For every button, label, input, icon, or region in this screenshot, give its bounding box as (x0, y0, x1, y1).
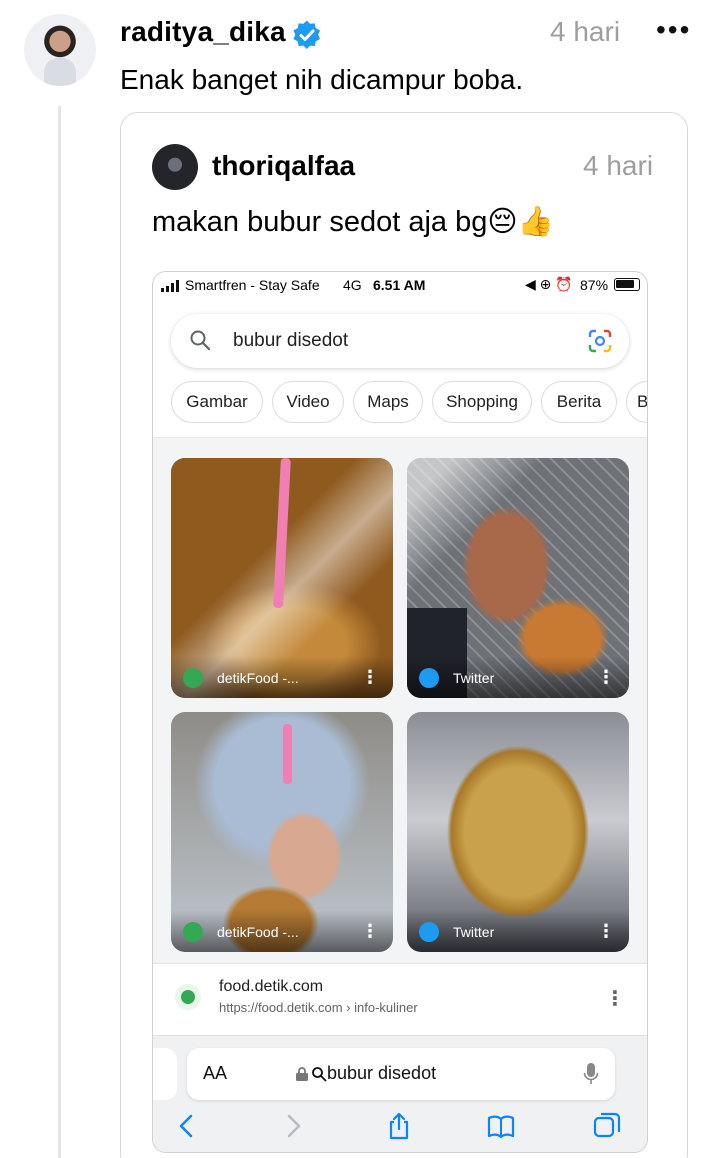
thread-line (58, 106, 61, 1158)
detikfood-icon (175, 984, 201, 1010)
chip-gambar[interactable]: Gambar (171, 381, 263, 423)
chip-maps[interactable]: Maps (353, 381, 423, 423)
image-more-icon[interactable]: ⋮ (361, 921, 379, 942)
image-result[interactable]: Twitter ⋮ (407, 712, 629, 952)
image-caption (407, 656, 629, 698)
status-icons: ◀ ⊕ ⏰ (525, 276, 573, 292)
chip-berita[interactable]: Berita (541, 381, 617, 423)
search-icon (190, 330, 211, 351)
quoted-post-time: 4 hari (583, 150, 654, 181)
attached-screenshot[interactable]: Smartfren - Stay Safe 4G 6.51 AM ◀ ⊕ ⏰ 8… (152, 271, 648, 1153)
quoted-author-avatar[interactable] (152, 144, 198, 190)
twitter-icon (419, 668, 439, 688)
image-results: detikFood -... ⋮ Twitter ⋮ detikFood -..… (153, 438, 647, 963)
result-domain[interactable]: food.detik.com (219, 978, 323, 996)
signal-icon (161, 280, 181, 292)
image-more-icon[interactable]: ⋮ (597, 921, 615, 942)
image-more-icon[interactable]: ⋮ (361, 667, 379, 688)
previous-tab-peek[interactable] (153, 1048, 177, 1100)
verified-badge-icon (293, 20, 321, 49)
chip-video[interactable]: Video (272, 381, 344, 423)
quoted-post-text: makan bubur sedot aja bg😔👍 (152, 206, 554, 238)
address-text[interactable]: bubur disedot (327, 1063, 436, 1084)
lock-icon (296, 1067, 308, 1081)
battery-percent: 87% (580, 277, 609, 293)
back-icon[interactable] (173, 1112, 201, 1140)
safari-toolbar: AA bubur disedot (153, 1035, 647, 1152)
search-result-row[interactable]: food.detik.com https://food.detik.com › … (153, 963, 647, 1035)
search-filter-chips: Gambar Video Maps Shopping Berita B (171, 381, 647, 425)
google-search-header: bubur disedot Gambar Video Maps Shopping… (153, 298, 647, 438)
search-icon (312, 1067, 327, 1082)
status-bar: Smartfren - Stay Safe 4G 6.51 AM ◀ ⊕ ⏰ 8… (153, 272, 647, 298)
author-avatar[interactable] (24, 14, 96, 86)
address-bar[interactable]: AA bubur disedot (187, 1048, 615, 1100)
battery-icon (614, 278, 640, 291)
image-source: detikFood -... (217, 670, 299, 686)
google-lens-icon[interactable] (587, 328, 613, 354)
image-result[interactable]: Twitter ⋮ (407, 458, 629, 698)
status-time: 6.51 AM (373, 277, 426, 293)
image-result[interactable]: detikFood -... ⋮ (171, 458, 393, 698)
author-username[interactable]: raditya_dika (120, 16, 286, 48)
tabs-icon[interactable] (593, 1112, 621, 1140)
share-icon[interactable] (385, 1112, 413, 1140)
quoted-author-username[interactable]: thoriqalfaa (212, 150, 355, 182)
post-time: 4 hari (550, 16, 621, 47)
twitter-icon (419, 922, 439, 942)
detikfood-icon (183, 668, 203, 688)
chip-more[interactable]: B (626, 381, 647, 423)
microphone-icon[interactable] (583, 1062, 599, 1086)
image-source: Twitter (453, 670, 495, 686)
result-more-icon[interactable]: ⋮ (605, 986, 625, 1011)
bookmarks-icon[interactable] (487, 1112, 515, 1140)
image-caption (407, 910, 629, 952)
chip-shopping[interactable]: Shopping (432, 381, 532, 423)
detikfood-icon (183, 922, 203, 942)
post-text: Enak banget nih dicampur boba. (120, 64, 524, 95)
search-box[interactable]: bubur disedot (171, 314, 629, 368)
image-more-icon[interactable]: ⋮ (597, 667, 615, 688)
image-result[interactable]: detikFood -... ⋮ (171, 712, 393, 952)
result-url: https://food.detik.com › info-kuliner (219, 1000, 418, 1015)
search-query[interactable]: bubur disedot (233, 330, 348, 352)
forward-icon[interactable] (279, 1112, 307, 1140)
text-size-button[interactable]: AA (203, 1063, 227, 1084)
straw (283, 724, 292, 784)
carrier-name: Smartfren - Stay Safe (185, 277, 320, 293)
more-options-icon[interactable]: ••• (656, 14, 691, 46)
image-source: Twitter (453, 924, 495, 940)
image-source: detikFood -... (217, 924, 299, 940)
network-type: 4G (343, 277, 362, 293)
